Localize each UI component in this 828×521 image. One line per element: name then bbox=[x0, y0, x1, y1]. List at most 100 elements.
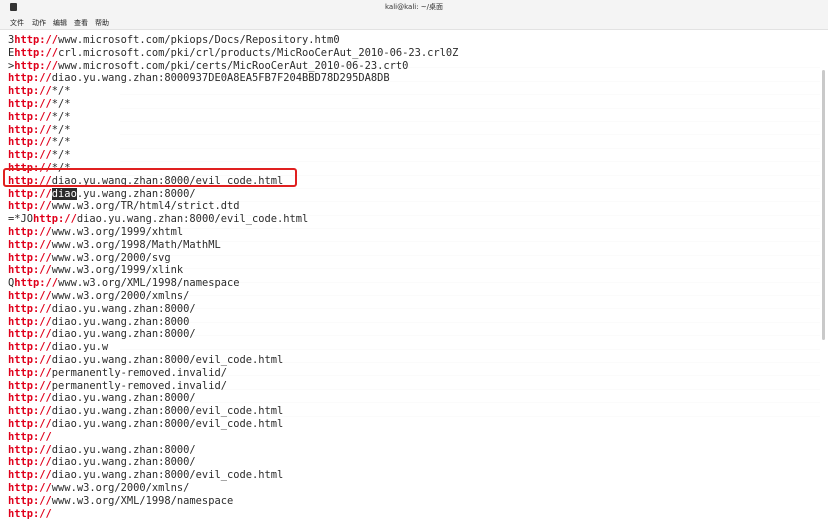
url-rest: crl.microsoft.com/pki/crl/products/MicRo… bbox=[58, 46, 459, 59]
terminal-line: >http://www.microsoft.com/pki/certs/MicR… bbox=[8, 60, 408, 73]
terminal-line: http://*/* bbox=[8, 98, 71, 111]
url-scheme: http:// bbox=[8, 341, 52, 354]
url-scheme: http:// bbox=[8, 226, 52, 238]
url-rest: www.w3.org/TR/html4/strict.dtd bbox=[51, 200, 240, 213]
terminal-line: http://diao.yu.wang.zhan:8000/ bbox=[8, 444, 196, 457]
menu-action[interactable]: 动作 bbox=[32, 18, 46, 28]
url-scheme: http:// bbox=[8, 507, 52, 520]
window-titlebar: kali@kali: ~/桌面 bbox=[0, 0, 828, 16]
url-scheme: http:// bbox=[8, 315, 52, 328]
url-scheme: http:// bbox=[14, 34, 59, 46]
terminal-line: http:// bbox=[8, 508, 52, 521]
url-scheme: http:// bbox=[8, 290, 52, 302]
terminal-line: http://www.w3.org/2000/svg bbox=[8, 252, 171, 265]
url-scheme: http:// bbox=[8, 494, 52, 507]
url-rest: diao.yu.w bbox=[51, 341, 109, 354]
url-rest: www.microsoft.com/pki/certs/MicRooCerAut… bbox=[58, 59, 409, 72]
terminal-line: http://*/* bbox=[8, 124, 71, 137]
url-rest: diao.yu.wang.zhan:8000/evil_code.html bbox=[51, 354, 284, 366]
url-scheme: http:// bbox=[8, 302, 52, 315]
url-scheme: http:// bbox=[8, 238, 52, 251]
url-scheme: http:// bbox=[8, 187, 52, 200]
terminal-line: http://www.w3.org/XML/1998/namespace bbox=[8, 495, 233, 508]
url-rest: */* bbox=[51, 110, 71, 123]
url-rest: www.w3.org/2000/xmlns/ bbox=[51, 482, 190, 494]
url-scheme: http:// bbox=[8, 392, 52, 405]
terminal-line: http://www.w3.org/1999/xlink bbox=[8, 264, 183, 277]
url-scheme: http:// bbox=[8, 482, 52, 494]
terminal-line: http://www.w3.org/1998/Math/MathML bbox=[8, 239, 221, 252]
url-rest: */* bbox=[51, 136, 71, 149]
terminal-line: 3http://www.microsoft.com/pkiops/Docs/Re… bbox=[8, 34, 340, 47]
url-scheme: http:// bbox=[14, 46, 59, 59]
terminal-line: =*JOhttp://diao.yu.wang.zhan:8000/evil_c… bbox=[8, 213, 308, 226]
terminal-line: http://www.w3.org/1999/xhtml bbox=[8, 226, 183, 239]
url-rest: */* bbox=[51, 123, 71, 136]
url-scheme: http:// bbox=[8, 469, 52, 482]
terminal-line: http://diao.yu.wang.zhan:8000/ bbox=[8, 303, 196, 316]
url-rest: www.w3.org/2000/xmlns/ bbox=[51, 290, 190, 302]
terminal-line: http://diao.yu.wang.zhan:8000/evil_code.… bbox=[8, 405, 283, 418]
terminal-line: http://diao.yu.wang.zhan:8000937DE0A8EA5… bbox=[8, 72, 390, 85]
url-rest: */* bbox=[51, 98, 71, 110]
menu-edit[interactable]: 编辑 bbox=[53, 18, 67, 28]
url-rest: www.w3.org/XML/1998/namespace bbox=[51, 494, 234, 507]
url-rest: diao.yu.wang.zhan:8000/ bbox=[51, 328, 196, 341]
terminal-line: http://*/* bbox=[8, 111, 71, 124]
url-scheme: http:// bbox=[8, 136, 52, 149]
menu-view[interactable]: 查看 bbox=[74, 18, 88, 28]
url-scheme: http:// bbox=[33, 213, 77, 226]
terminal-line: http://permanently-removed.invalid/ bbox=[8, 380, 227, 393]
terminal-line: http://www.w3.org/TR/html4/strict.dtd bbox=[8, 200, 239, 213]
url-rest: */* bbox=[51, 149, 71, 162]
menu-file[interactable]: 文件 bbox=[10, 18, 24, 28]
url-rest: diao.yu.wang.zhan:8000 bbox=[51, 315, 190, 328]
terminal-output[interactable]: 3http://www.microsoft.com/pkiops/Docs/Re… bbox=[0, 31, 828, 521]
url-scheme: http:// bbox=[8, 456, 52, 469]
url-scheme: http:// bbox=[8, 430, 52, 443]
url-scheme: http:// bbox=[14, 59, 59, 72]
terminal-line: http://diao.yu.wang.zhan:8000/evil_code.… bbox=[8, 469, 283, 482]
terminal-line: http:// bbox=[8, 431, 52, 444]
url-rest: www.w3.org/1998/Math/MathML bbox=[51, 238, 221, 251]
menu-help[interactable]: 帮助 bbox=[95, 18, 109, 28]
url-rest: www.microsoft.com/pkiops/Docs/Repository… bbox=[58, 34, 340, 46]
url-rest: permanently-removed.invalid/ bbox=[51, 379, 227, 392]
line-prefix: =*JO bbox=[8, 213, 34, 226]
terminal-line: http://diao.yu.w bbox=[8, 341, 108, 354]
url-rest: .yu.wang.zhan:8000/ bbox=[76, 187, 196, 200]
url-scheme: http:// bbox=[8, 264, 52, 277]
url-scheme: http:// bbox=[8, 98, 52, 110]
url-scheme: http:// bbox=[8, 418, 52, 430]
url-rest: diao.yu.wang.zhan:8000/evil_code.html bbox=[76, 213, 309, 226]
url-scheme: http:// bbox=[8, 328, 52, 341]
terminal-line: http://*/* bbox=[8, 136, 71, 149]
url-rest: diao.yu.wang.zhan:8000937DE0A8EA5FB7F204… bbox=[51, 72, 390, 85]
url-scheme: http:// bbox=[8, 366, 52, 379]
annotation-highlight-box bbox=[3, 168, 297, 187]
url-scheme: http:// bbox=[8, 354, 52, 366]
terminal-line: http://diao.yu.wang.zhan:8000/ bbox=[8, 456, 196, 469]
selected-text: diao bbox=[51, 187, 77, 200]
terminal-line: http://diao.yu.wang.zhan:8000/evil_code.… bbox=[8, 354, 283, 367]
terminal-line: Qhttp://www.w3.org/XML/1998/namespace bbox=[8, 277, 239, 290]
terminal-line: http://diao.yu.wang.zhan:8000/ bbox=[8, 187, 196, 201]
terminal-line: http://permanently-removed.invalid/ bbox=[8, 367, 227, 380]
menu-bar: 文件 动作 编辑 查看 帮助 bbox=[0, 15, 828, 30]
url-scheme: http:// bbox=[8, 379, 52, 392]
terminal-line: http://*/* bbox=[8, 85, 71, 98]
terminal-line: http://diao.yu.wang.zhan:8000/ bbox=[8, 392, 196, 405]
terminal-line: http://www.w3.org/2000/xmlns/ bbox=[8, 290, 189, 303]
url-rest: diao.yu.wang.zhan:8000/evil_code.html bbox=[51, 418, 284, 430]
terminal-line: http://diao.yu.wang.zhan:8000/ bbox=[8, 328, 196, 341]
url-scheme: http:// bbox=[8, 85, 52, 98]
url-scheme: http:// bbox=[8, 149, 52, 162]
url-rest: diao.yu.wang.zhan:8000/ bbox=[51, 302, 196, 315]
url-scheme: http:// bbox=[8, 72, 52, 85]
url-rest: permanently-removed.invalid/ bbox=[51, 366, 227, 379]
url-scheme: http:// bbox=[8, 443, 52, 456]
url-rest: diao.yu.wang.zhan:8000/evil_code.html bbox=[51, 405, 284, 418]
url-scheme: http:// bbox=[14, 277, 59, 290]
url-scheme: http:// bbox=[8, 251, 52, 264]
url-rest: diao.yu.wang.zhan:8000/ bbox=[51, 443, 196, 456]
